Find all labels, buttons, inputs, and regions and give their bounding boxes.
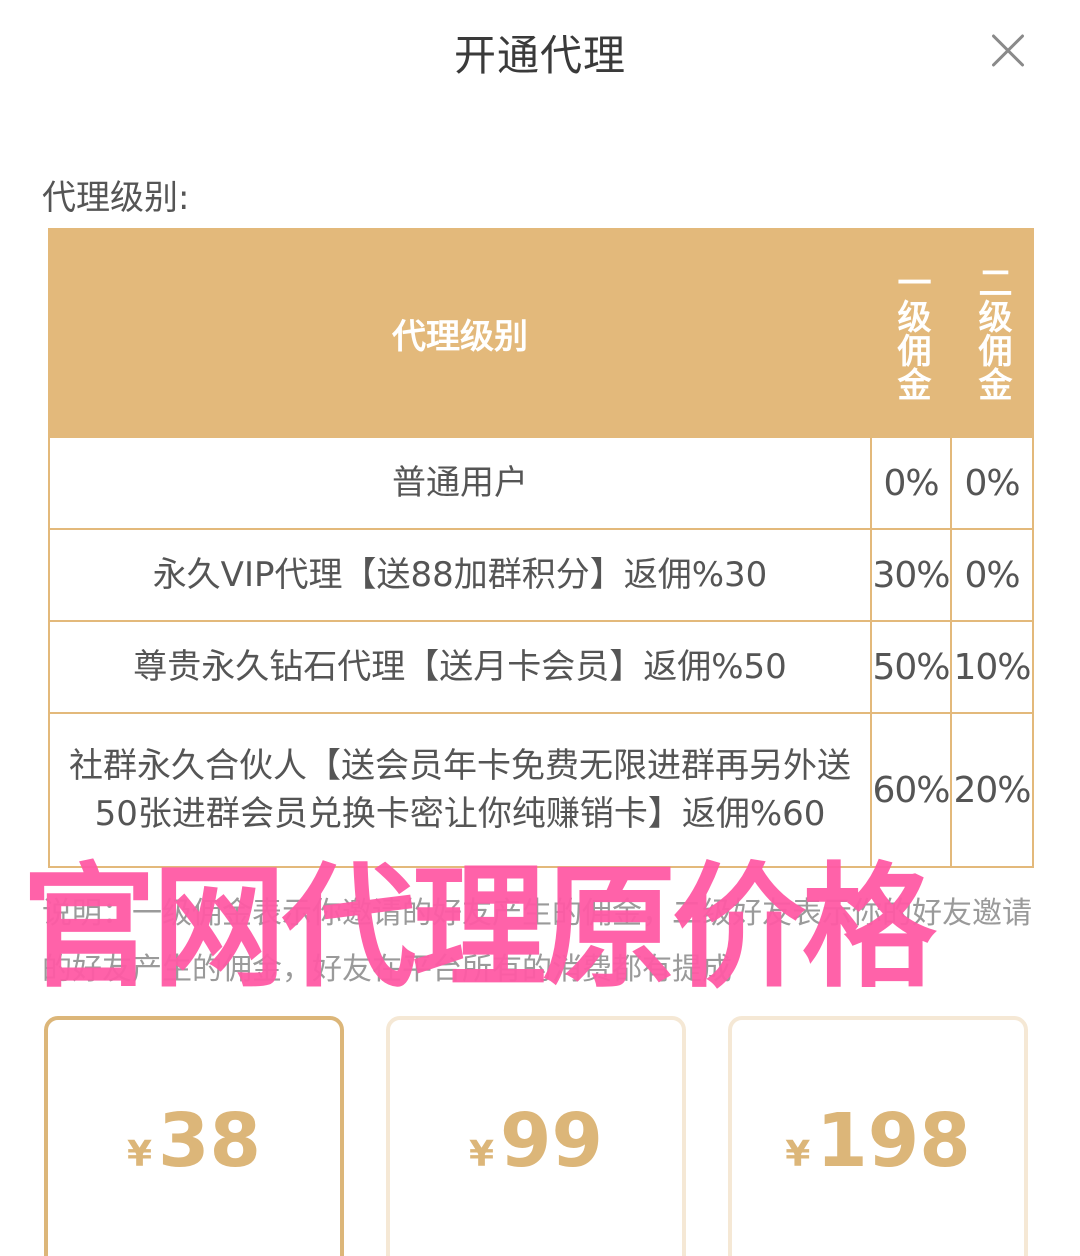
price-label: ¥38 bbox=[48, 1098, 340, 1184]
currency-symbol: ¥ bbox=[126, 1134, 153, 1175]
header-level2-commission: 二级佣金 bbox=[950, 228, 1034, 438]
row-level1-commission: 0% bbox=[870, 436, 952, 530]
table-row: 普通用户 0% 0% bbox=[48, 436, 1034, 530]
price-amount: 38 bbox=[158, 1098, 262, 1184]
price-card-198[interactable]: ¥198 bbox=[728, 1016, 1028, 1256]
header-level1-commission: 一级佣金 bbox=[870, 228, 952, 438]
table-header-row: 代理级别 一级佣金 二级佣金 bbox=[48, 228, 1034, 438]
row-level1-commission: 60% bbox=[870, 712, 952, 868]
agent-dialog: 开通代理 代理级别: 代理级别 一级佣金 二级佣金 普通用户 0% 0% 永久V… bbox=[0, 0, 1080, 1256]
price-amount: 99 bbox=[500, 1098, 604, 1184]
table-row: 尊贵永久钻石代理【送月卡会员】返佣%50 50% 10% bbox=[48, 620, 1034, 714]
row-level1-commission: 30% bbox=[870, 528, 952, 622]
price-card-99[interactable]: ¥99 bbox=[386, 1016, 686, 1256]
row-level-name: 永久VIP代理【送88加群积分】返佣%30 bbox=[48, 528, 872, 622]
close-icon[interactable] bbox=[986, 28, 1030, 72]
row-level2-commission: 0% bbox=[950, 528, 1034, 622]
price-card-38[interactable]: ¥38 bbox=[44, 1016, 344, 1256]
row-level1-commission: 50% bbox=[870, 620, 952, 714]
header-level: 代理级别 bbox=[48, 228, 872, 438]
row-level2-commission: 0% bbox=[950, 436, 1034, 530]
row-level-name: 普通用户 bbox=[48, 436, 872, 530]
table-row: 永久VIP代理【送88加群积分】返佣%30 30% 0% bbox=[48, 528, 1034, 622]
row-level2-commission: 20% bbox=[950, 712, 1034, 868]
agent-level-table: 代理级别 一级佣金 二级佣金 普通用户 0% 0% 永久VIP代理【送88加群积… bbox=[48, 228, 1034, 868]
watermark-overlay: 官网代理原价格 bbox=[22, 850, 936, 1006]
currency-symbol: ¥ bbox=[785, 1134, 811, 1175]
table-row: 社群永久合伙人【送会员年卡免费无限进群再另外送50张进群会员兑换卡密让你纯赚销卡… bbox=[48, 712, 1034, 868]
agent-level-label: 代理级别: bbox=[42, 178, 190, 218]
dialog-title: 开通代理 bbox=[453, 31, 626, 80]
currency-symbol: ¥ bbox=[468, 1134, 495, 1175]
row-level2-commission: 10% bbox=[950, 620, 1034, 714]
price-label: ¥198 bbox=[732, 1098, 1024, 1184]
price-label: ¥99 bbox=[390, 1098, 682, 1184]
row-level-name: 尊贵永久钻石代理【送月卡会员】返佣%50 bbox=[48, 620, 872, 714]
price-amount: 198 bbox=[816, 1098, 971, 1184]
row-level-name: 社群永久合伙人【送会员年卡免费无限进群再另外送50张进群会员兑换卡密让你纯赚销卡… bbox=[48, 712, 872, 868]
